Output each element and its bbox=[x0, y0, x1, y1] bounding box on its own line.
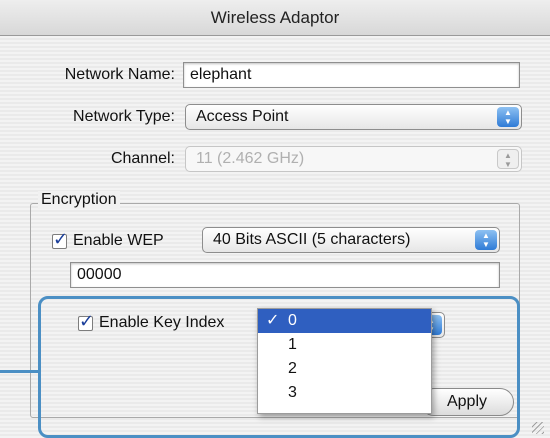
wep-key-field[interactable]: 00000 bbox=[70, 262, 500, 288]
callout-highlight-box bbox=[38, 296, 520, 438]
network-name-field[interactable]: elephant bbox=[183, 62, 520, 88]
stepper-arrows-icon: ▲▼ bbox=[475, 230, 497, 250]
stepper-arrows-icon: ▲▼ bbox=[497, 149, 519, 169]
channel-popup: 11 (2.462 GHz) ▲ ▼ bbox=[185, 146, 522, 172]
window-title: Wireless Adaptor bbox=[0, 0, 550, 36]
dialog-content: Network Name: elephant Network Type: Acc… bbox=[0, 36, 550, 438]
enable-wep-checkbox[interactable]: ✓ bbox=[52, 229, 68, 249]
resize-grip-icon[interactable] bbox=[532, 422, 544, 434]
enable-wep-label: Enable WEP bbox=[73, 232, 164, 249]
network-type-value: Access Point bbox=[196, 108, 289, 125]
wep-type-value: 40 Bits ASCII (5 characters) bbox=[213, 231, 411, 248]
network-type-popup[interactable]: Access Point ▲ ▼ bbox=[185, 104, 522, 130]
enable-wep-checkbox-row[interactable]: ✓ Enable WEP bbox=[52, 229, 164, 250]
stepper-arrows-icon: ▲▼ bbox=[497, 107, 519, 127]
checkmark-icon: ✓ bbox=[53, 228, 69, 249]
channel-value: 11 (2.462 GHz) bbox=[196, 150, 305, 167]
wep-type-popup[interactable]: 40 Bits ASCII (5 characters) ▲ ▼ bbox=[202, 227, 500, 253]
encryption-group-label: Encryption bbox=[38, 191, 120, 209]
callout-pointer-line bbox=[0, 370, 40, 373]
channel-label: Channel: bbox=[110, 150, 175, 167]
network-name-label: Network Name: bbox=[64, 66, 175, 83]
network-type-label: Network Type: bbox=[73, 108, 175, 125]
